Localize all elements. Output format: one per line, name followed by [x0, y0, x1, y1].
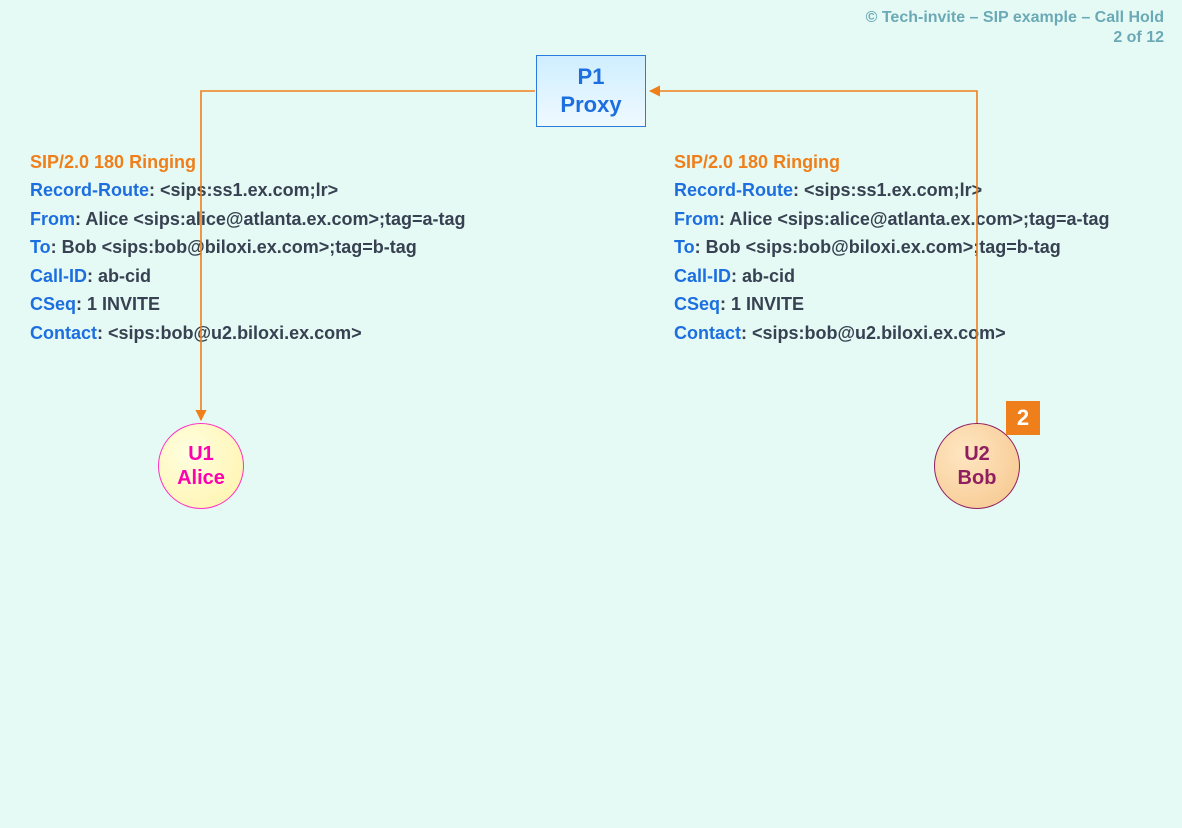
hdr-val: : 1 INVITE — [720, 294, 804, 314]
u2-bob-node: U2 Bob — [934, 423, 1020, 509]
hdr-val: : <sips:ss1.ex.com;lr> — [149, 180, 338, 200]
hdr-val: : Alice <sips:alice@atlanta.ex.com>;tag=… — [719, 209, 1110, 229]
sip-left-contact: Contact: <sips:bob@u2.biloxi.ex.com> — [30, 319, 466, 347]
hdr-name: Record-Route — [674, 180, 793, 200]
hdr-name: Call-ID — [30, 266, 87, 286]
sip-left-callid: Call-ID: ab-cid — [30, 262, 466, 290]
sip-left-from: From: Alice <sips:alice@atlanta.ex.com>;… — [30, 205, 466, 233]
hdr-name: To — [30, 237, 51, 257]
hdr-val: : Bob <sips:bob@biloxi.ex.com>;tag=b-tag — [695, 237, 1061, 257]
u1-alice-node: U1 Alice — [158, 423, 244, 509]
proxy-node: P1 Proxy — [536, 55, 646, 127]
hdr-val: : Bob <sips:bob@biloxi.ex.com>;tag=b-tag — [51, 237, 417, 257]
sip-message-right: SIP/2.0 180 Ringing Record-Route: <sips:… — [674, 148, 1110, 347]
hdr-val: : 1 INVITE — [76, 294, 160, 314]
hdr-name: Record-Route — [30, 180, 149, 200]
sip-right-record-route: Record-Route: <sips:ss1.ex.com;lr> — [674, 176, 1110, 204]
proxy-line2: Proxy — [537, 91, 645, 119]
hdr-val: : <sips:bob@u2.biloxi.ex.com> — [97, 323, 362, 343]
hdr-val: : Alice <sips:alice@atlanta.ex.com>;tag=… — [75, 209, 466, 229]
hdr-val: : <sips:bob@u2.biloxi.ex.com> — [741, 323, 1006, 343]
hdr-name: CSeq — [674, 294, 720, 314]
sip-right-status: SIP/2.0 180 Ringing — [674, 148, 1110, 176]
u1-line2: Alice — [159, 466, 243, 490]
hdr-name: Contact — [30, 323, 97, 343]
hdr-name: From — [674, 209, 719, 229]
u1-line1: U1 — [159, 442, 243, 466]
hdr-val: : <sips:ss1.ex.com;lr> — [793, 180, 982, 200]
proxy-line1: P1 — [537, 63, 645, 91]
hdr-val: : ab-cid — [87, 266, 151, 286]
sip-right-cseq: CSeq: 1 INVITE — [674, 290, 1110, 318]
hdr-name: To — [674, 237, 695, 257]
copyright-line1: © Tech-invite – SIP example – Call Hold — [866, 8, 1164, 28]
sip-left-cseq: CSeq: 1 INVITE — [30, 290, 466, 318]
step-badge: 2 — [1006, 401, 1040, 435]
sip-right-callid: Call-ID: ab-cid — [674, 262, 1110, 290]
sip-right-to: To: Bob <sips:bob@biloxi.ex.com>;tag=b-t… — [674, 233, 1110, 261]
sip-left-status: SIP/2.0 180 Ringing — [30, 148, 466, 176]
hdr-name: Contact — [674, 323, 741, 343]
u2-line1: U2 — [935, 442, 1019, 466]
copyright-line2: 2 of 12 — [866, 28, 1164, 48]
sip-right-from: From: Alice <sips:alice@atlanta.ex.com>;… — [674, 205, 1110, 233]
sip-right-contact: Contact: <sips:bob@u2.biloxi.ex.com> — [674, 319, 1110, 347]
sip-left-record-route: Record-Route: <sips:ss1.ex.com;lr> — [30, 176, 466, 204]
u2-line2: Bob — [935, 466, 1019, 490]
hdr-val: : ab-cid — [731, 266, 795, 286]
copyright: © Tech-invite – SIP example – Call Hold … — [866, 8, 1164, 48]
sip-message-left: SIP/2.0 180 Ringing Record-Route: <sips:… — [30, 148, 466, 347]
hdr-name: CSeq — [30, 294, 76, 314]
sip-left-to: To: Bob <sips:bob@biloxi.ex.com>;tag=b-t… — [30, 233, 466, 261]
hdr-name: From — [30, 209, 75, 229]
hdr-name: Call-ID — [674, 266, 731, 286]
